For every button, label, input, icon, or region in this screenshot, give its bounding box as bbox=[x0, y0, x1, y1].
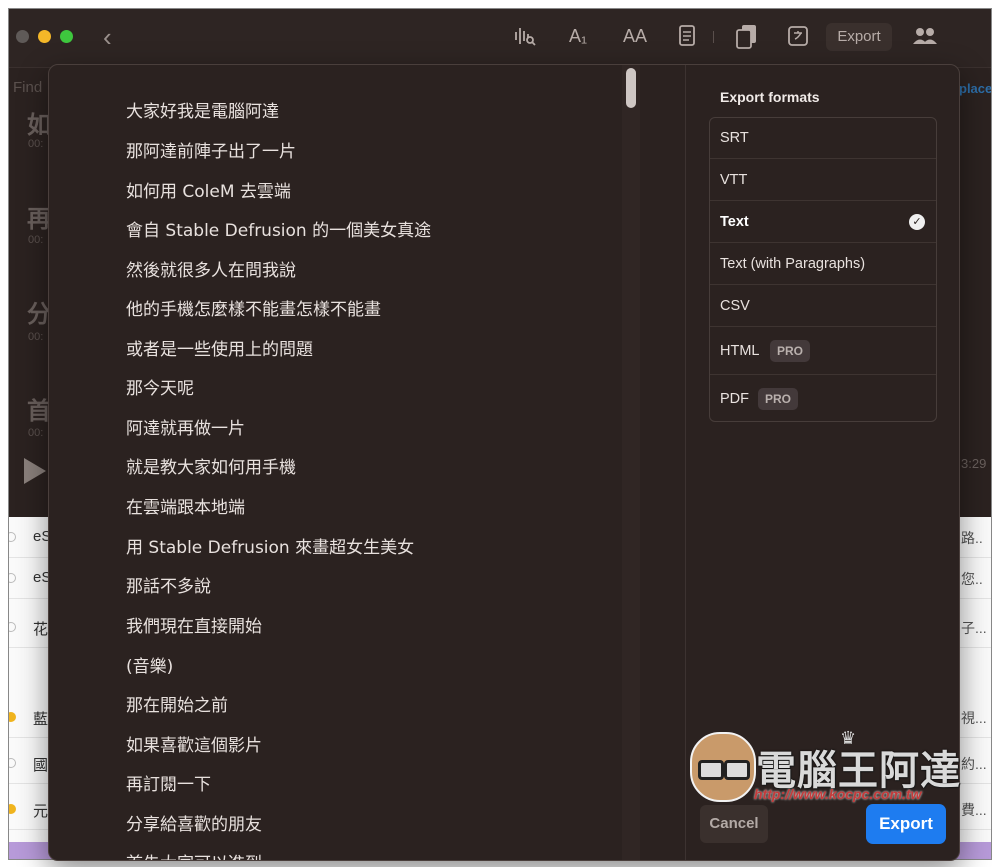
font-size-small-icon[interactable]: A₁ bbox=[569, 24, 587, 48]
transcript-line: 那在開始之前 bbox=[126, 696, 228, 716]
document-icon[interactable] bbox=[678, 24, 696, 54]
list-item-label: 國 bbox=[33, 757, 49, 774]
export-formats-title: Export formats bbox=[720, 89, 820, 105]
list-item-snippet: 視... bbox=[961, 710, 987, 726]
format-label: CSV bbox=[720, 298, 750, 314]
export-formats-list: SRT VTT Text ✓ Text (with Paragraphs) CS… bbox=[709, 117, 937, 422]
titlebar: ‹ A₁ AA Export bbox=[9, 9, 991, 68]
panel-divider bbox=[685, 65, 686, 860]
toolbar-separator bbox=[713, 31, 714, 43]
list-item-snippet: 您.. bbox=[961, 571, 983, 587]
transcript-preview: 大家好我是電腦阿達 那阿達前陣子出了一片 如何用 ColeM 去雲端 會自 St… bbox=[49, 65, 624, 860]
transcript-line: 那今天呢 bbox=[126, 379, 194, 399]
format-label: PDF bbox=[720, 391, 749, 407]
play-icon[interactable] bbox=[24, 458, 46, 484]
format-label: Text bbox=[720, 214, 749, 230]
transcript-line: 然後就很多人在問我說 bbox=[126, 261, 296, 281]
transcript-line: 再訂閱一下 bbox=[126, 775, 211, 795]
format-label: HTML bbox=[720, 343, 760, 359]
pro-badge: PRO bbox=[758, 388, 799, 410]
transcript-line: (音樂) bbox=[126, 657, 174, 677]
format-option-csv[interactable]: CSV bbox=[710, 285, 936, 327]
mascot-icon bbox=[690, 732, 756, 802]
list-item-label: 藍 bbox=[33, 711, 49, 728]
transcript-line: 那話不多說 bbox=[126, 577, 211, 597]
transcript-scroll-thumb[interactable] bbox=[626, 68, 636, 108]
transcript-line: 阿達就再做一片 bbox=[126, 419, 245, 439]
zoom-window-button[interactable] bbox=[60, 30, 73, 43]
transcript-line: 分享給喜歡的朋友 bbox=[126, 815, 262, 835]
transcript-line: 就是教大家如何用手機 bbox=[126, 458, 296, 478]
copy-icon[interactable] bbox=[736, 24, 758, 56]
radio-icon bbox=[9, 758, 16, 768]
toolbar-export-button[interactable]: Export bbox=[826, 23, 892, 51]
find-field-label: Find bbox=[13, 79, 43, 96]
transcript-line: 大家好我是電腦阿達 bbox=[126, 102, 279, 122]
back-button[interactable]: ‹ bbox=[103, 24, 112, 50]
people-icon[interactable] bbox=[911, 24, 939, 54]
transcript-scrollbar[interactable] bbox=[622, 65, 640, 860]
format-option-html[interactable]: HTML PRO bbox=[710, 327, 936, 375]
transcript-line: 用 Stable Defrusion 來畫超女生美女 bbox=[126, 538, 415, 558]
format-option-vtt[interactable]: VTT bbox=[710, 159, 936, 201]
bg-segment-time: 00: bbox=[28, 234, 44, 246]
close-window-button[interactable] bbox=[16, 30, 29, 43]
transcript-line: 首先大家可以進到 bbox=[126, 849, 262, 860]
list-item-label: 元 bbox=[33, 803, 49, 820]
transcript-line: 如果喜歡這個影片 bbox=[126, 736, 262, 756]
unread-dot-icon bbox=[9, 712, 16, 722]
list-item-label: 花 bbox=[33, 621, 49, 638]
format-option-text[interactable]: Text ✓ bbox=[710, 201, 936, 243]
watermark-url: http://www.kocpc.com.tw bbox=[754, 786, 922, 802]
checkmark-icon: ✓ bbox=[909, 214, 925, 230]
transcript-line: 他的手機怎麼樣不能畫怎樣不能畫 bbox=[126, 300, 381, 320]
transcript-line: 會自 Stable Defrusion 的一個美女真途 bbox=[126, 221, 432, 241]
transcript-line: 或者是一些使用上的問題 bbox=[126, 340, 313, 360]
watermark-logo: ♛ 電腦王阿達 http://www.kocpc.com.tw bbox=[690, 728, 970, 808]
radio-icon bbox=[9, 573, 16, 583]
cancel-button[interactable]: Cancel bbox=[700, 805, 768, 843]
radio-icon bbox=[9, 532, 16, 542]
waveform-icon[interactable] bbox=[513, 24, 537, 54]
replace-link[interactable]: place bbox=[959, 81, 991, 96]
bg-segment-time: 00: bbox=[28, 138, 44, 150]
format-option-pdf[interactable]: PDF PRO bbox=[710, 375, 936, 421]
bg-segment-time: 00: bbox=[28, 427, 44, 439]
transcript-line: 如何用 ColeM 去雲端 bbox=[126, 182, 291, 202]
format-option-srt[interactable]: SRT bbox=[710, 118, 936, 159]
minimize-window-button[interactable] bbox=[38, 30, 51, 43]
pro-badge: PRO bbox=[770, 340, 811, 362]
list-item-snippet: 路.. bbox=[961, 530, 983, 546]
transcript-line: 我們現在直接開始 bbox=[126, 617, 262, 637]
translate-icon[interactable] bbox=[788, 24, 808, 54]
radio-icon bbox=[9, 622, 16, 632]
export-button[interactable]: Export bbox=[866, 804, 946, 844]
transcript-line: 那阿達前陣子出了一片 bbox=[126, 142, 296, 162]
duration-label: 3:29 bbox=[961, 456, 987, 471]
format-option-text-paragraphs[interactable]: Text (with Paragraphs) bbox=[710, 243, 936, 285]
list-item-snippet: 子... bbox=[961, 620, 987, 636]
font-size-large-icon[interactable]: AA bbox=[623, 24, 647, 48]
bg-segment-time: 00: bbox=[28, 331, 44, 343]
format-label: VTT bbox=[720, 172, 748, 188]
unread-dot-icon bbox=[9, 804, 16, 814]
format-label: Text (with Paragraphs) bbox=[720, 256, 866, 272]
format-label: SRT bbox=[720, 130, 749, 146]
transcript-line: 在雲端跟本地端 bbox=[126, 498, 245, 518]
